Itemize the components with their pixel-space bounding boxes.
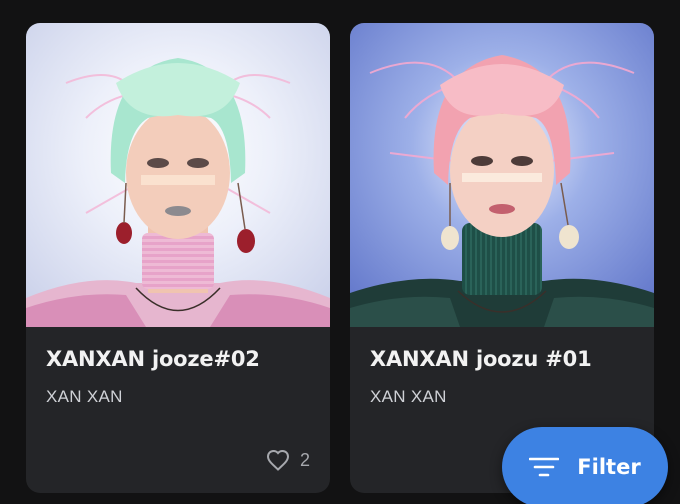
nft-card-jooze-02[interactable]: XANXAN jooze#02 XAN XAN 2 (26, 23, 330, 493)
like-count: 2 (299, 449, 310, 470)
filter-lines-icon (529, 457, 560, 477)
card-title[interactable]: XANXAN jooze#02 (46, 347, 260, 371)
creator-name[interactable]: XAN XAN (46, 387, 123, 407)
nft-grid: XANXAN jooze#02 XAN XAN 2 XANXAN joozu #… (0, 0, 680, 504)
heart-outline-icon (266, 449, 289, 471)
filter-button[interactable]: Filter (502, 427, 668, 504)
card-title[interactable]: XANXAN joozu #01 (370, 347, 592, 371)
creator-name[interactable]: XAN XAN (370, 387, 447, 407)
nft-card-joozu-01[interactable]: XANXAN joozu #01 XAN XAN (350, 23, 654, 493)
artwork-image[interactable] (350, 23, 654, 327)
like-button[interactable]: 2 (266, 449, 310, 471)
filter-button-label: Filter (577, 455, 641, 479)
artwork-image[interactable] (26, 23, 330, 327)
